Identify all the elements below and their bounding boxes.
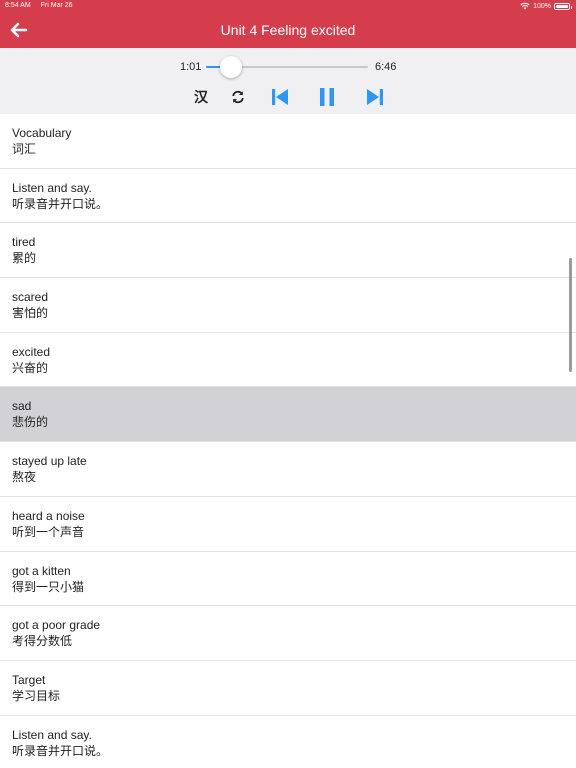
list-item[interactable]: excited 兴奋的 [0, 332, 576, 388]
nav-bar: Unit 4 Feeling excited [0, 12, 576, 48]
skip-previous-icon [272, 89, 288, 105]
list-item[interactable]: sad 悲伤的 [0, 387, 576, 443]
item-chinese: 熬夜 [12, 470, 37, 485]
list-item[interactable]: Vocabulary 词汇 [0, 114, 576, 169]
item-english: heard a noise [12, 508, 85, 523]
current-time: 1:01 [180, 61, 202, 73]
previous-button[interactable] [270, 86, 290, 108]
list-item[interactable]: Listen and say. 听录音并开口说。 [0, 715, 576, 768]
list-item[interactable]: got a poor grade 考得分数低 [0, 606, 576, 661]
item-english: Target [12, 672, 46, 687]
item-chinese: 考得分数低 [12, 634, 73, 649]
item-chinese: 累的 [12, 251, 37, 266]
item-chinese: 兴奋的 [12, 360, 49, 375]
item-chinese: 害怕的 [12, 306, 49, 321]
item-english: Listen and say. [12, 727, 92, 742]
repeat-icon [232, 90, 244, 104]
status-date: Fri Mar 26 [40, 2, 73, 9]
wifi-icon [520, 2, 530, 10]
item-english: stayed up late [12, 454, 87, 469]
pause-button[interactable] [316, 86, 338, 108]
audio-player: 1:01 6:46 汉 [0, 48, 576, 114]
item-chinese: 听录音并开口说。 [12, 743, 109, 758]
item-chinese: 听录音并开口说。 [12, 196, 109, 211]
item-english: tired [12, 235, 36, 250]
item-english: excited [12, 344, 51, 359]
item-english: sad [12, 399, 32, 414]
pause-icon [320, 88, 334, 106]
item-chinese: 悲伤的 [12, 415, 49, 430]
skip-next-icon [367, 89, 383, 105]
list-item[interactable]: heard a noise 听到一个声音 [0, 496, 576, 552]
list-item[interactable]: Target 学习目标 [0, 660, 576, 716]
list-item[interactable]: Listen and say. 听录音并开口说。 [0, 168, 576, 224]
item-chinese: 词汇 [12, 142, 37, 156]
lesson-list: Vocabulary 词汇 Listen and say. 听录音并开口说。 tired… [0, 114, 576, 768]
app-header: 8:54 AM Fri Mar 26 100% Unit 4 Feeling e… [0, 0, 576, 48]
status-time: 8:54 AM [5, 2, 31, 9]
next-button[interactable] [364, 86, 386, 108]
item-chinese: 得到一只小猫 [12, 579, 85, 594]
progress-thumb[interactable] [220, 56, 243, 78]
repeat-button[interactable] [228, 86, 248, 108]
item-chinese: 听到一个声音 [12, 524, 85, 539]
list-item[interactable]: got a kitten 得到一只小猫 [0, 551, 576, 607]
item-english: Vocabulary [12, 126, 72, 140]
list-item[interactable]: scared 害怕的 [0, 278, 576, 333]
page-title: Unit 4 Feeling excited [220, 22, 356, 38]
total-time: 6:46 [375, 61, 397, 73]
item-chinese: 学习目标 [12, 688, 61, 703]
list-item[interactable]: stayed up late 熬夜 [0, 442, 576, 497]
list-item[interactable]: tired 累的 [0, 223, 576, 279]
battery-icon [554, 2, 572, 10]
list-scrollbar[interactable] [569, 258, 572, 372]
item-english: got a kitten [12, 563, 71, 578]
item-english: scared [12, 290, 49, 305]
item-english: Listen and say. [12, 180, 92, 195]
player-controls: 汉 [0, 86, 576, 108]
battery-percent: 100% [533, 2, 551, 10]
status-bar: 8:54 AM Fri Mar 26 100% [0, 0, 576, 12]
chinese-toggle-button[interactable]: 汉 [190, 86, 212, 108]
item-english: got a poor grade [12, 618, 101, 633]
